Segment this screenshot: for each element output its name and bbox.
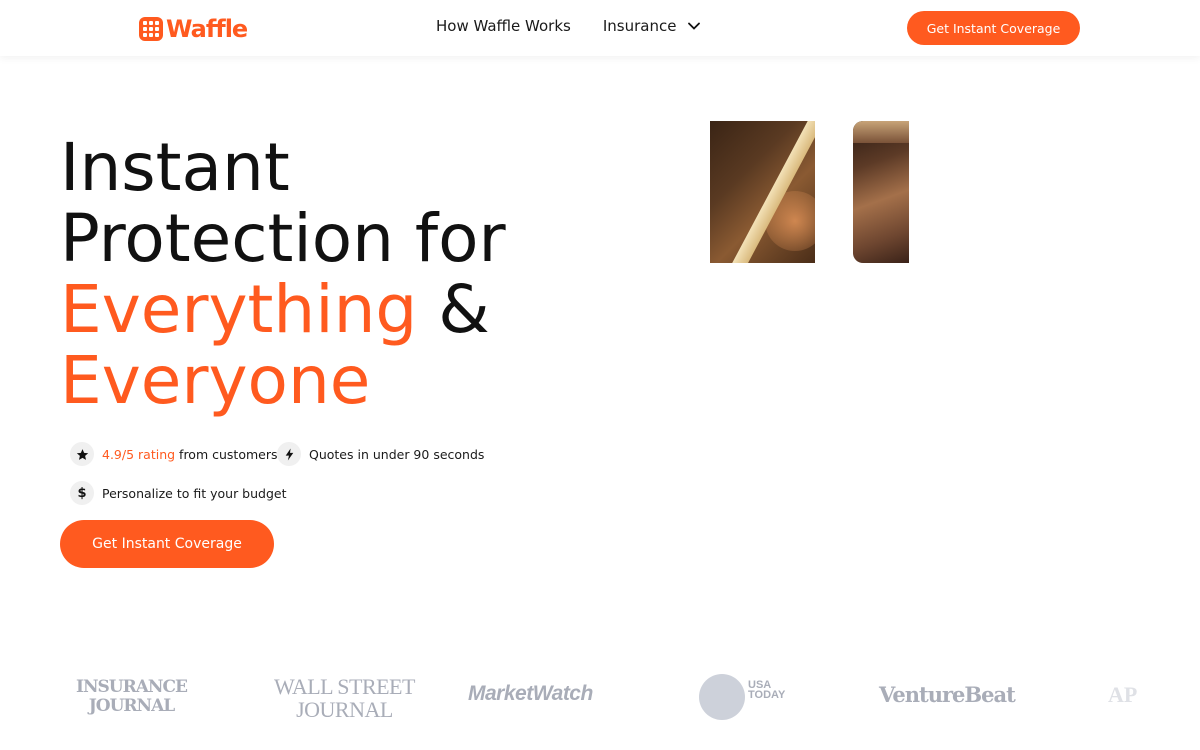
lightning-icon <box>277 442 301 466</box>
hero-get-coverage-button[interactable]: Get Instant Coverage <box>60 520 274 568</box>
waffle-logo[interactable]: Waffle <box>137 14 248 44</box>
feature-quotes: Quotes in under 90 seconds <box>277 442 484 466</box>
star-icon <box>70 442 94 466</box>
rating-value: 4.9/5 rating <box>102 446 176 462</box>
hero-title-line-3: Everything & <box>60 274 680 345</box>
hero-photo-2 <box>853 121 909 263</box>
usa-today-text: USA TODAY <box>748 680 786 701</box>
marketwatch-logo: MarketWatch <box>468 682 593 705</box>
hero-photo-1 <box>710 121 815 263</box>
hero-title: Instant Protection for Everything & Ever… <box>60 132 680 416</box>
venturebeat-logo: VentureBeat <box>879 682 1016 707</box>
hero-accent-everyone: Everyone <box>60 342 371 419</box>
ij-line-1: INSURANCE <box>76 677 188 697</box>
site-header: Waffle How Waffle Works Insurance Get In… <box>0 0 1200 56</box>
usa-today-circle <box>699 674 745 720</box>
quotes-text: Quotes in under 90 seconds <box>309 446 485 462</box>
feature-budget: $ Personalize to fit your budget <box>70 481 287 505</box>
ap-logo: AP <box>1108 682 1142 708</box>
hero-ampersand: & <box>417 271 490 348</box>
hero-accent-everything: Everything <box>60 271 418 348</box>
wsj-line-1: WALL STREET <box>274 674 415 699</box>
ij-line-2: JOURNAL <box>88 696 175 716</box>
hero-title-line-1: Instant <box>60 129 290 206</box>
feature-rating: 4.9/5 rating from customers <box>70 442 277 466</box>
nav-insurance-label: Insurance <box>602 17 677 35</box>
rating-text: from customers <box>179 446 278 462</box>
hero-title-line-2: Protection for <box>60 200 506 277</box>
waffle-logo-icon <box>139 17 163 41</box>
header-get-coverage-button[interactable]: Get Instant Coverage <box>907 11 1080 45</box>
wsj-line-2: JOURNAL <box>296 697 393 722</box>
press-logos: INSURANCE JOURNAL WALL STREET JOURNAL Ma… <box>0 670 1200 730</box>
nav-insurance-dropdown[interactable]: Insurance <box>603 17 701 35</box>
chevron-down-icon <box>688 22 701 30</box>
ap-text: AP <box>1108 682 1138 707</box>
insurance-journal-logo: INSURANCE JOURNAL <box>76 677 188 716</box>
usa-today-logo: USA TODAY <box>699 674 799 722</box>
brand-name: Waffle <box>166 15 248 43</box>
main-nav: How Waffle Works Insurance <box>436 17 701 35</box>
budget-text: Personalize to fit your budget <box>102 485 287 501</box>
dollar-icon: $ <box>70 481 94 505</box>
wsj-logo: WALL STREET JOURNAL <box>274 675 415 721</box>
nav-how-waffle-works[interactable]: How Waffle Works <box>436 17 571 35</box>
usa-today-line-2: TODAY <box>748 689 786 701</box>
